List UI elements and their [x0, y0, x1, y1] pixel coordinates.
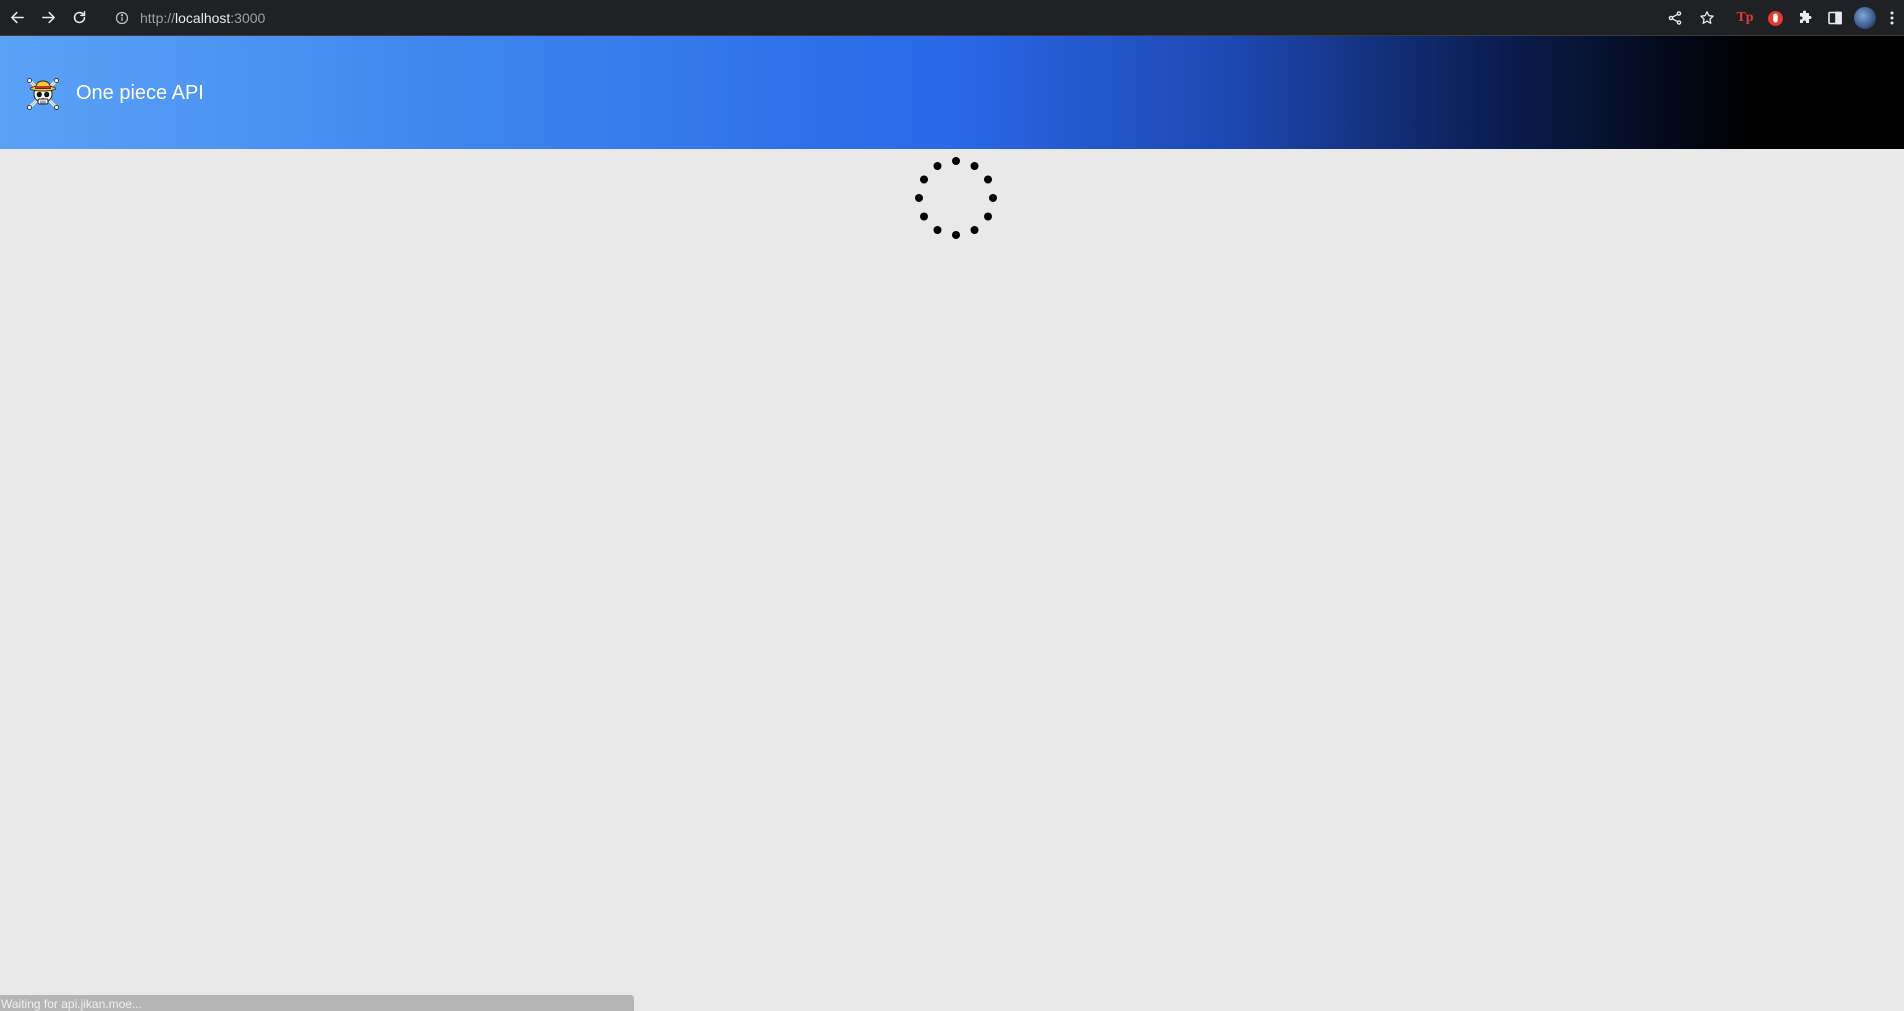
extension-red-icon: [1767, 10, 1783, 26]
url-text[interactable]: http://localhost:3000: [140, 10, 265, 26]
url-scheme: http://: [140, 9, 176, 26]
spinner-dot: [970, 162, 979, 170]
extension-red-button[interactable]: [1762, 4, 1788, 32]
spinner-dot: [970, 226, 979, 234]
extensions-area: Tp: [1732, 0, 1904, 36]
spinner-dot: [915, 194, 923, 202]
app-header: One piece API: [0, 36, 1904, 149]
extension-tp-button[interactable]: Tp: [1732, 4, 1758, 32]
puzzle-icon: [1800, 10, 1812, 23]
more-vertical-icon: [1890, 11, 1894, 25]
arrow-left-icon: [11, 11, 24, 24]
star-icon: [1700, 11, 1714, 24]
reload-icon: [73, 11, 86, 24]
forward-button[interactable]: [33, 2, 64, 34]
status-bar: Waiting for api.jikan.moe...: [0, 995, 634, 1011]
loading-spinner-icon: [915, 157, 997, 239]
arrow-right-icon: [42, 11, 55, 24]
site-info-icon[interactable]: [114, 10, 130, 26]
url-host: localhost: [175, 9, 231, 26]
spinner-dot: [933, 226, 942, 234]
url-port: :3000: [230, 9, 266, 26]
reload-button[interactable]: [64, 2, 95, 34]
browser-toolbar: http://localhost:3000 Tp: [0, 0, 1904, 36]
spinner-dot: [952, 157, 960, 165]
extensions-button[interactable]: [1792, 4, 1818, 32]
share-button[interactable]: [1662, 4, 1688, 32]
back-button[interactable]: [2, 2, 33, 34]
share-icon: [1668, 11, 1682, 25]
bookmark-button[interactable]: [1694, 4, 1720, 32]
extension-tp-label: Tp: [1736, 10, 1754, 25]
profile-button[interactable]: [1852, 4, 1878, 32]
omnibox-actions: [1662, 0, 1720, 36]
straw-hat-jolly-roger-icon[interactable]: [26, 76, 60, 110]
spinner-dot: [952, 231, 960, 239]
spinner-dot: [920, 212, 928, 221]
app-title[interactable]: One piece API: [76, 82, 204, 105]
spinner-dot: [933, 162, 942, 170]
side-panel-button[interactable]: [1822, 4, 1848, 32]
address-bar[interactable]: http://localhost:3000: [104, 3, 1709, 32]
spinner-dot: [984, 212, 992, 221]
spinner-dot: [989, 194, 997, 202]
browser-menu-button[interactable]: [1882, 4, 1902, 32]
side-panel-icon: [1828, 11, 1842, 25]
avatar: [1854, 7, 1876, 29]
spinner-dot: [920, 175, 928, 184]
spinner-dot: [984, 175, 992, 184]
